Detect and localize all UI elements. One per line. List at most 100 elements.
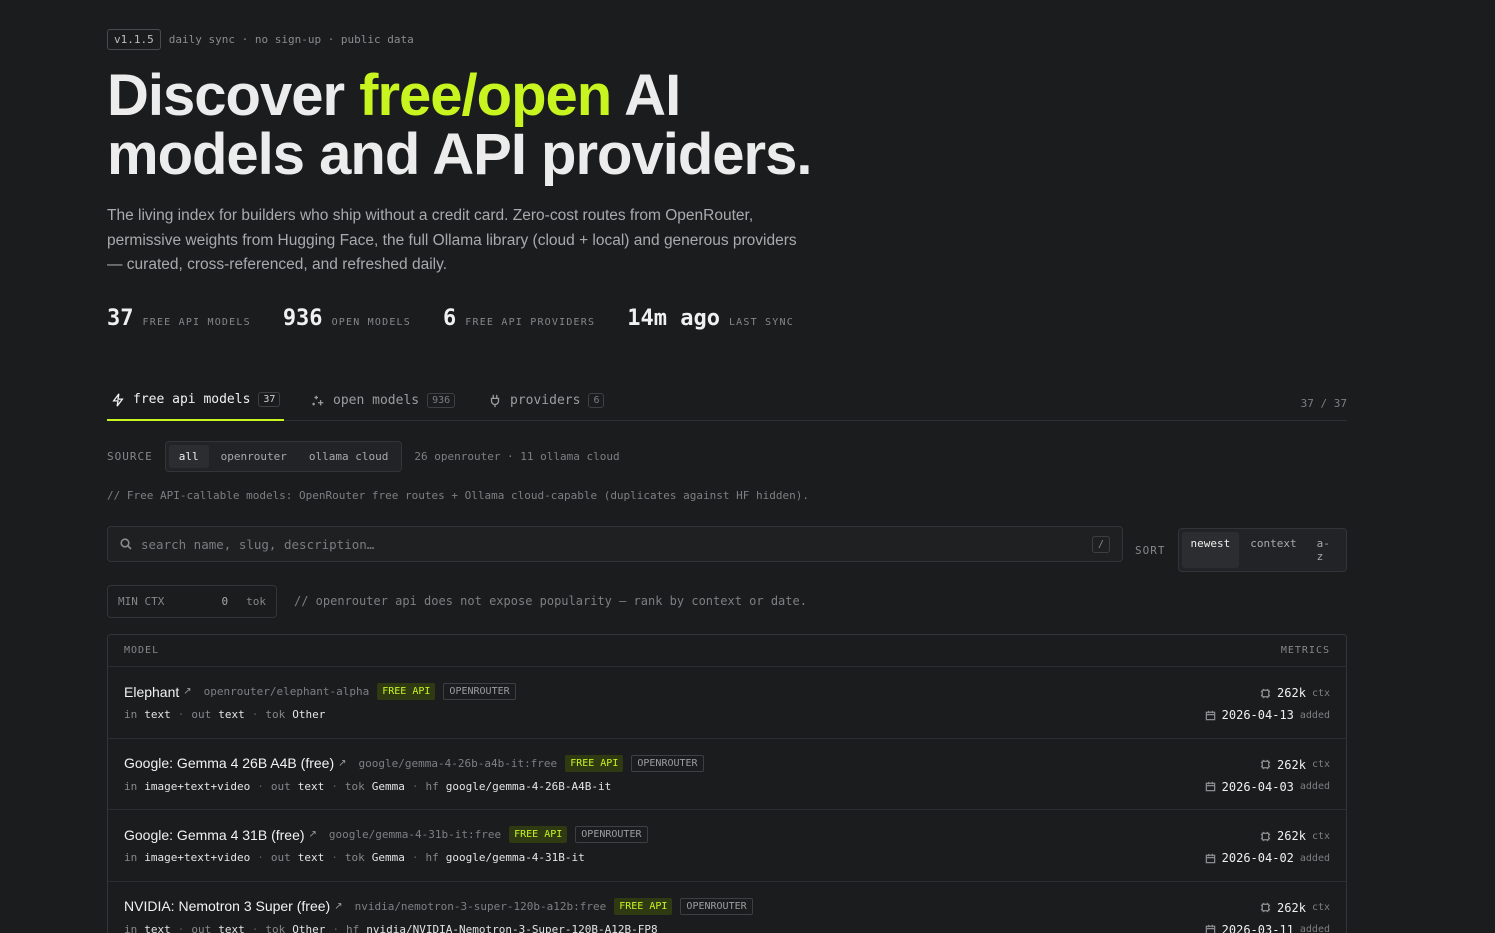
hf-value[interactable]: google/gemma-4-26B-A4B-it xyxy=(446,780,612,793)
chip-icon xyxy=(1260,902,1271,913)
tok-value: Other xyxy=(292,922,326,933)
source-option-all[interactable]: all xyxy=(168,445,209,468)
chip-icon xyxy=(1260,759,1271,770)
models-table: MODEL METRICS Elephant ↗ openrouter/eleph… xyxy=(107,634,1347,933)
min-ctx-label: MIN CTX xyxy=(118,595,165,608)
tok-value: Gemma xyxy=(371,851,405,864)
out-label: out xyxy=(191,708,212,721)
tok-value: Gemma xyxy=(371,779,405,793)
model-metrics: 262k ctx 2026-03-11 added xyxy=(1205,897,1330,933)
free-api-tag: FREE API xyxy=(565,754,624,772)
stat-label: FREE API PROVIDERS xyxy=(465,317,596,328)
source-filter: SOURCE all openrouter ollama cloud 26 op… xyxy=(107,441,620,472)
sparkles-icon xyxy=(312,395,324,405)
provider-tag: OPENROUTER xyxy=(680,897,753,915)
free-api-tag: FREE API xyxy=(509,826,568,843)
search-icon xyxy=(120,538,132,550)
min-ctx-unit: tok xyxy=(246,595,266,608)
stat-num: 37 xyxy=(107,306,134,331)
added-label: added xyxy=(1299,924,1330,933)
table-header: MODEL METRICS xyxy=(108,635,1346,666)
stat-num: 6 xyxy=(443,306,457,331)
table-row[interactable]: Google: Gemma 4 31B (free) ↗ google/gemma… xyxy=(108,809,1346,881)
hf-label: hf xyxy=(425,851,439,864)
lede: The living index for builders who ship w… xyxy=(107,207,797,273)
stat-num: 14m ago xyxy=(627,306,720,331)
table-row[interactable]: Google: Gemma 4 26B A4B (free) ↗ google/g… xyxy=(108,737,1346,810)
description-comment: // Free API-callable models: OpenRouter … xyxy=(107,489,809,502)
search-input[interactable] xyxy=(141,536,1083,552)
stat-num: 936 xyxy=(282,306,323,331)
tab-free-api-models[interactable]: free api models 37 xyxy=(107,380,285,421)
added-label: added xyxy=(1299,709,1330,721)
table-row[interactable]: NVIDIA: Nemotron 3 Super (free) ↗ nvidia/… xyxy=(108,880,1346,933)
in-label: in xyxy=(124,922,138,933)
tab-count: 37 xyxy=(258,392,281,407)
calendar-icon xyxy=(1205,710,1215,720)
model-name-link[interactable]: Google: Gemma 4 26B A4B (free) ↗ xyxy=(124,755,347,771)
min-ctx-value[interactable]: 0 xyxy=(222,595,229,608)
stat-last-sync: 14m ago LAST SYNC xyxy=(627,306,794,331)
tab-open-models[interactable]: open models 936 xyxy=(311,380,456,421)
stat-free-api-providers: 6 FREE API PROVIDERS xyxy=(443,306,595,331)
out-value: text xyxy=(297,851,325,864)
source-option-ollama-cloud[interactable]: ollama cloud xyxy=(299,445,398,468)
tab-label: free api models xyxy=(133,392,251,407)
version-badge: v1.1.5 xyxy=(107,29,161,50)
ctx-value: 262k xyxy=(1277,900,1306,915)
sort-control: SORT newest context a-z xyxy=(1135,528,1347,572)
added-label: added xyxy=(1299,852,1330,864)
model-name: Google: Gemma 4 26B A4B (free) xyxy=(124,755,335,771)
out-value: text xyxy=(218,922,245,933)
source-option-openrouter[interactable]: openrouter xyxy=(211,445,297,468)
title-post: AI xyxy=(611,63,681,128)
ctx-unit: ctx xyxy=(1311,830,1330,842)
in-value: image+text+video xyxy=(144,779,251,793)
model-io: in text · out text · tok Other · hf nvidia/N… xyxy=(124,923,1330,933)
model-name: Elephant xyxy=(124,683,180,700)
ctx-value: 262k xyxy=(1277,686,1306,700)
sort-option-context[interactable]: context xyxy=(1241,532,1305,568)
table-row[interactable]: Elephant ↗ openrouter/elephant-alpha FREE… xyxy=(108,666,1346,738)
external-link-icon: ↗ xyxy=(308,829,317,840)
separator: · xyxy=(177,922,185,933)
model-slug: nvidia/nemotron-3-super-120b-a12b:free xyxy=(354,899,607,913)
separator: · xyxy=(251,922,259,933)
hf-value[interactable]: nvidia/NVIDIA-Nemotron-3-Super-120B-A12B… xyxy=(366,923,657,933)
model-name: NVIDIA: Nemotron 3 Super (free) xyxy=(124,898,331,914)
tab-bar: free api models 37 open models 936 provi… xyxy=(107,380,1347,421)
model-name-link[interactable]: Elephant ↗ xyxy=(124,684,192,700)
tab-label: open models xyxy=(333,393,420,408)
min-ctx-field[interactable]: MIN CTX 0 tok xyxy=(107,585,277,618)
ctx-unit: ctx xyxy=(1311,687,1330,699)
in-label: in xyxy=(124,851,138,864)
external-link-icon: ↗ xyxy=(183,686,192,697)
separator: · xyxy=(251,708,259,721)
model-metrics: 262k ctx 2026-04-03 added xyxy=(1205,754,1330,798)
col-model: MODEL xyxy=(124,645,160,656)
in-label: in xyxy=(124,708,138,721)
model-name-link[interactable]: NVIDIA: Nemotron 3 Super (free) ↗ xyxy=(124,898,343,914)
model-io: in text · out text · tok Other xyxy=(124,708,1330,721)
stat-label: FREE API MODELS xyxy=(142,317,251,328)
ctx-value: 262k xyxy=(1277,829,1306,843)
chip-icon xyxy=(1260,831,1271,841)
model-metrics: 262k ctx 2026-04-13 added xyxy=(1205,682,1330,726)
tok-value: Other xyxy=(292,708,326,721)
tab-count: 936 xyxy=(427,393,456,408)
model-name-link[interactable]: Google: Gemma 4 31B (free) ↗ xyxy=(124,827,317,843)
separator: · xyxy=(331,779,338,793)
hf-value[interactable]: google/gemma-4-31B-it xyxy=(446,851,585,864)
top-meta: v1.1.5 daily sync · no sign-up · public … xyxy=(107,29,414,50)
model-slug: google/gemma-4-31b-it:free xyxy=(328,828,502,841)
tab-providers[interactable]: providers 6 xyxy=(488,380,605,421)
provider-tag: OPENROUTER xyxy=(575,826,648,843)
sort-option-a-z[interactable]: a-z xyxy=(1308,532,1343,568)
external-link-icon: ↗ xyxy=(338,757,347,769)
sort-option-newest[interactable]: newest xyxy=(1181,532,1240,568)
hf-label: hf xyxy=(425,779,439,793)
source-note: 26 openrouter · 11 ollama cloud xyxy=(414,450,620,463)
ctx-value: 262k xyxy=(1277,757,1306,772)
calendar-icon xyxy=(1205,781,1215,792)
out-label: out xyxy=(270,779,291,793)
